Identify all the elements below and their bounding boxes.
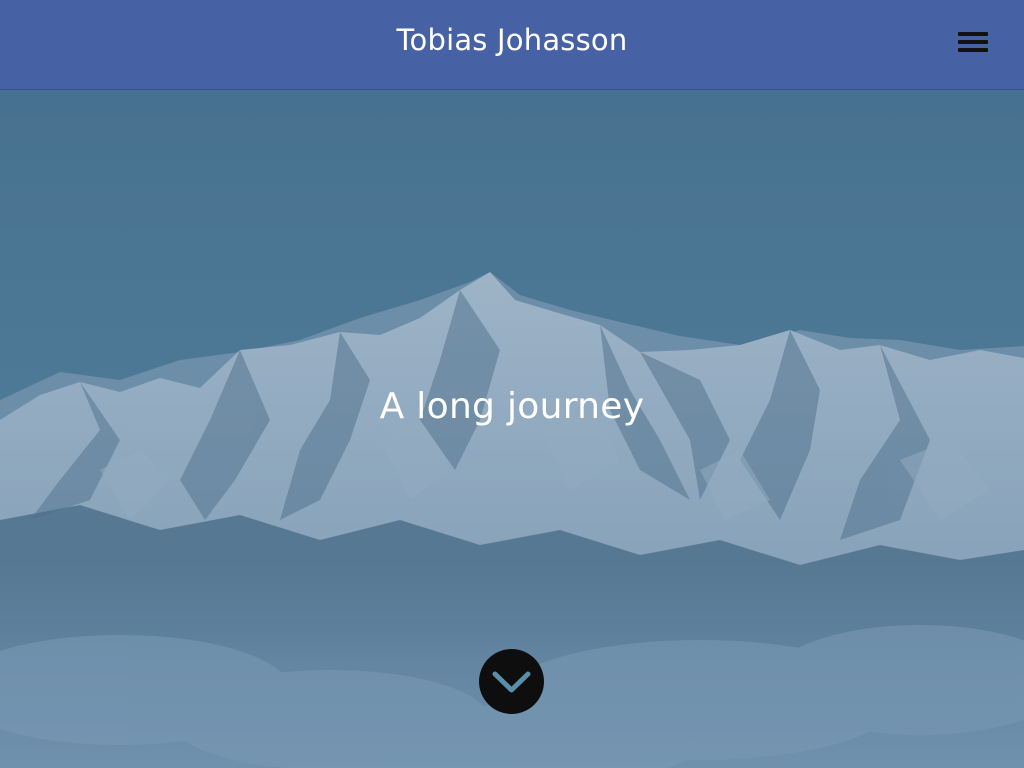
page: Tobias Johasson A long journey [0, 0, 1024, 768]
menu-bar-middle [958, 40, 988, 44]
site-header: Tobias Johasson [0, 0, 1024, 90]
hero-tagline: A long journey [379, 386, 645, 427]
hamburger-menu-icon[interactable] [958, 30, 988, 56]
menu-bar-top [958, 32, 988, 36]
site-title[interactable]: Tobias Johasson [0, 23, 1024, 57]
scroll-down-button[interactable] [479, 649, 544, 714]
chevron-down-icon [492, 671, 531, 693]
menu-bar-bottom [958, 48, 988, 52]
